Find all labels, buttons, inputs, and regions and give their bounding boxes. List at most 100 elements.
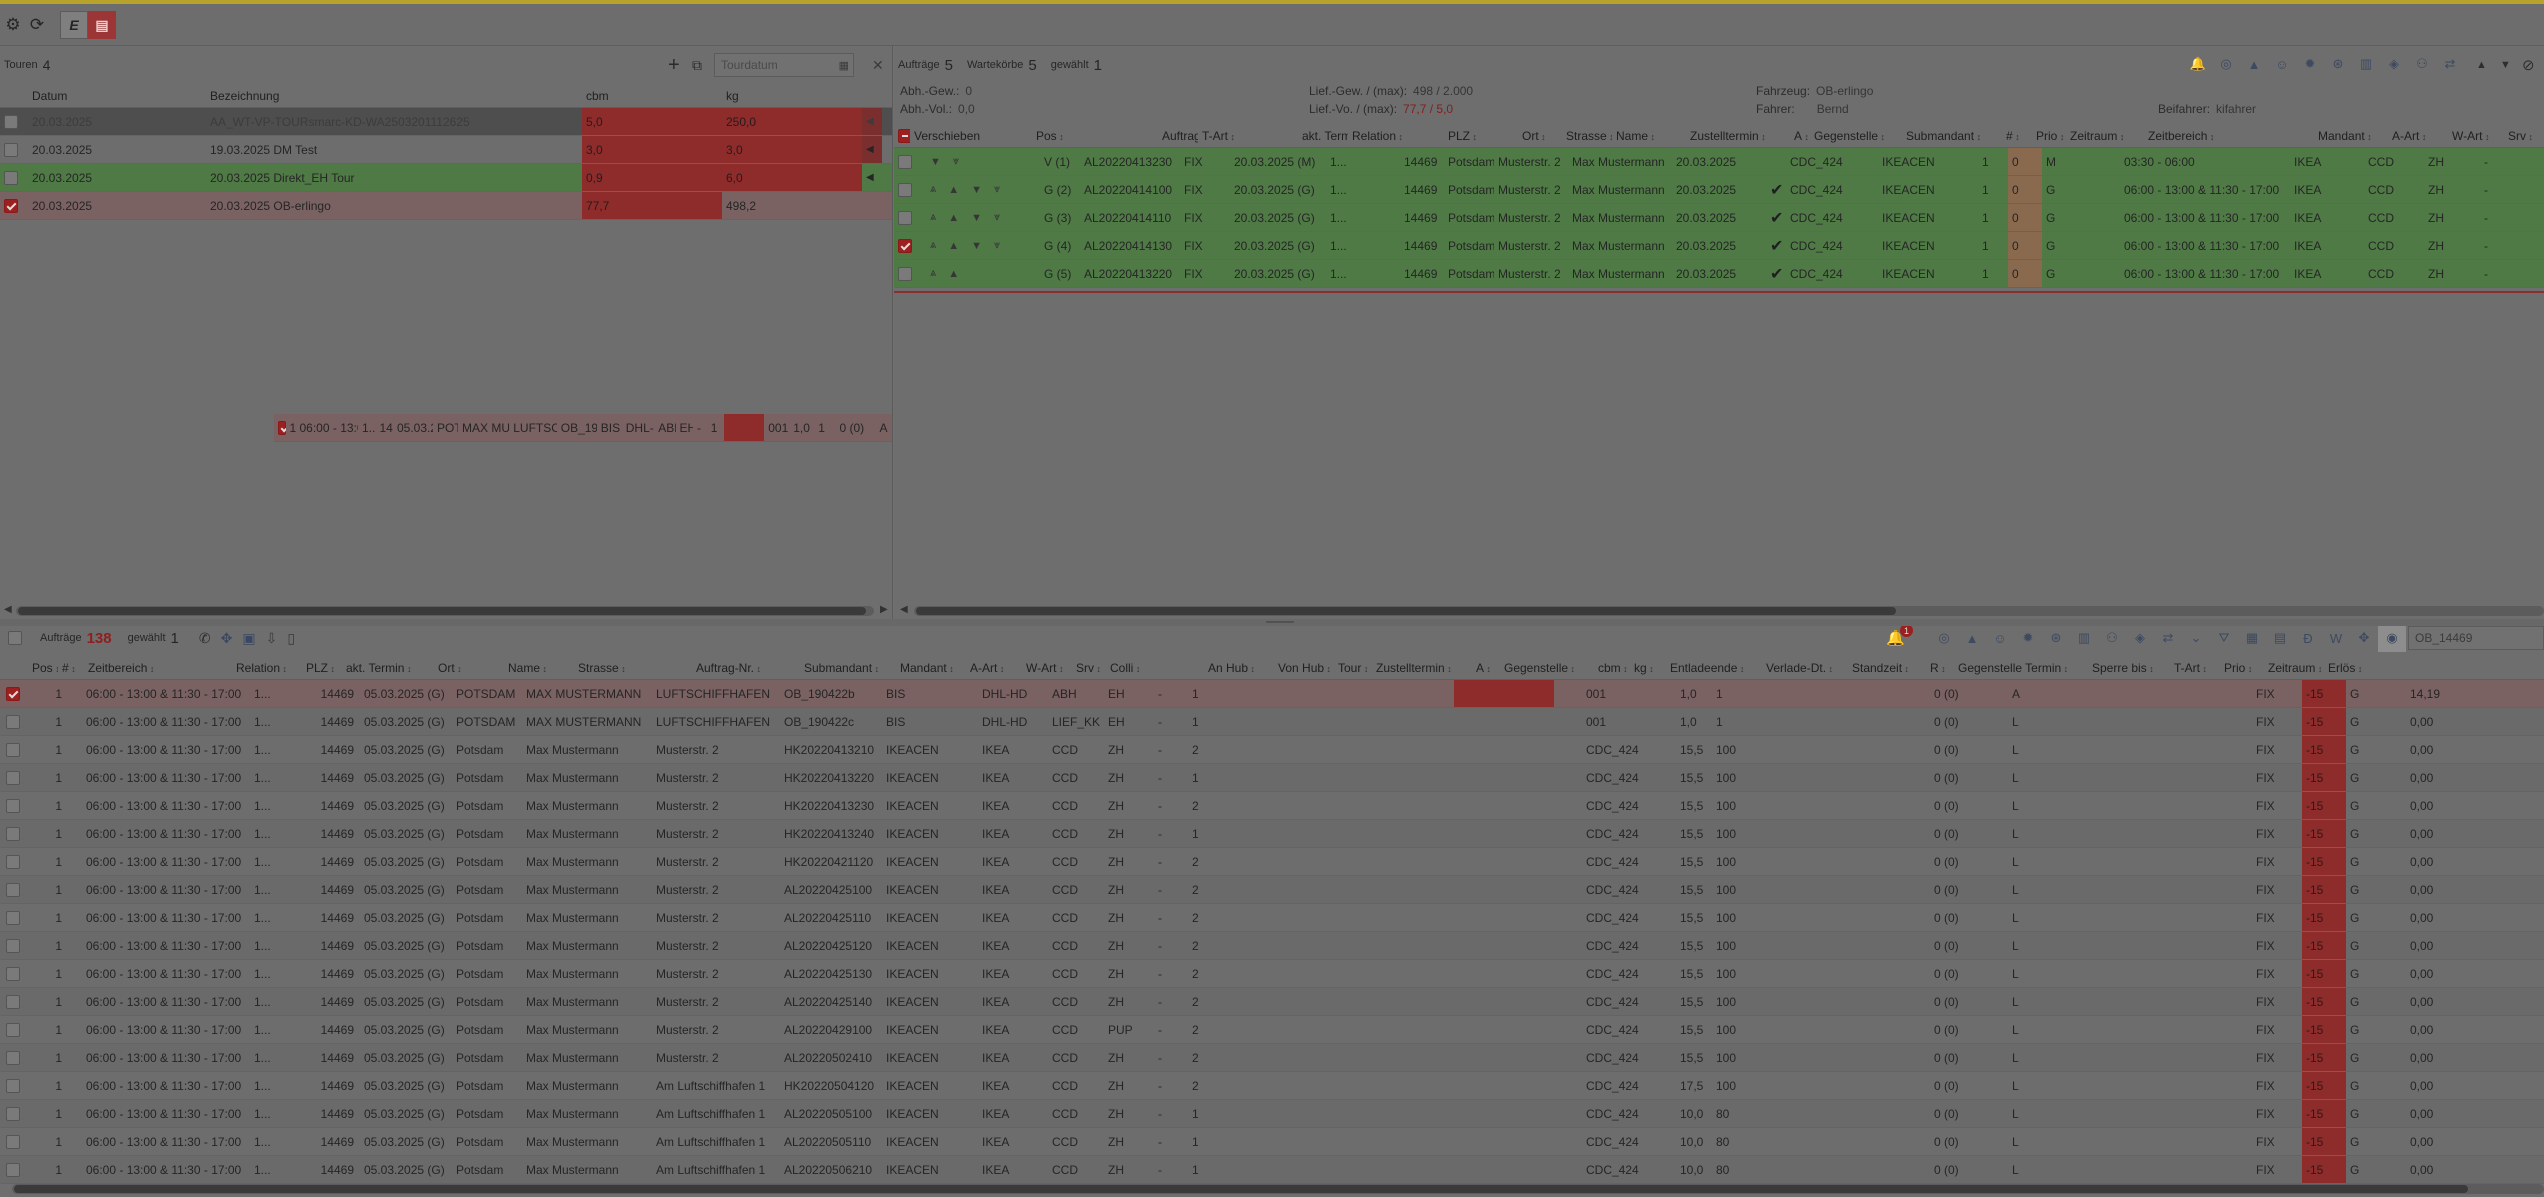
move-up-icon[interactable]: ▲ (948, 240, 959, 252)
order-row[interactable]: 1 06:00 - 13:00 & 11:30 - 17:00 1... 14469 0… (0, 792, 2544, 820)
move-bottom-icon[interactable]: ⩔ (994, 211, 1000, 224)
order-checkbox-cell[interactable] (0, 792, 28, 819)
order-row[interactable]: 1 06:00 - 13:00 & 11:30 - 17:00 1... 14469 0… (0, 1156, 2544, 1184)
person-icon[interactable]: ☺ (2268, 50, 2296, 78)
col-a-art[interactable]: A-Art (966, 661, 1022, 675)
col-ort[interactable]: Ort (434, 661, 504, 675)
col-zeitbereich[interactable]: Zeitbereich (2144, 129, 2314, 143)
order-checkbox[interactable] (6, 854, 20, 869)
order-checkbox[interactable] (6, 882, 20, 897)
col-von-hub[interactable]: Von Hub (1274, 661, 1334, 675)
order-row[interactable]: 1 06:00 - 13:00 & 11:30 - 17:00 1... 14469 0… (0, 820, 2544, 848)
order-checkbox-cell[interactable] (0, 1128, 28, 1155)
order-checkbox-cell[interactable] (0, 960, 28, 987)
order-checkbox[interactable] (6, 826, 20, 841)
dropdown-icon[interactable]: ⌄ (2182, 626, 2210, 652)
move-up-icon[interactable]: ▲ (948, 184, 959, 196)
col--[interactable]: # (2002, 129, 2032, 143)
order-checkbox-cell[interactable] (0, 1072, 28, 1099)
order-row[interactable]: 1 06:00 - 13:00 & 11:30 - 17:00 1... 14469 0… (0, 876, 2544, 904)
order-row[interactable]: 1 06:00 - 13:00 & 11:30 - 17:00 1... 14469 0… (0, 988, 2544, 1016)
order-checkbox-cell[interactable] (0, 1100, 28, 1127)
move-icon[interactable]: ✥ (2350, 626, 2378, 652)
col-entladeende[interactable]: Entladeende (1666, 661, 1762, 675)
connect-icon[interactable]: ⇄ (2154, 626, 2182, 652)
form-icon[interactable]: ▤ (88, 11, 116, 39)
col-zustelltermin[interactable]: Zustelltermin (1686, 129, 1790, 143)
order-row[interactable]: 1 06:00 - 13:00 & 11:30 - 17:00 1... 14469 0… (0, 1072, 2544, 1100)
tour-order-row[interactable]: ⩓ ▲ G (5) AL20220413220 FIX 20.03.2025 (G) 1..… (894, 260, 2544, 288)
col-verschieben[interactable]: Verschieben (910, 129, 1032, 143)
order-row[interactable]: 1 06:00 - 13:00 & 11:30 - 17:00 1... 14469 0… (0, 1100, 2544, 1128)
cluster-icon[interactable]: ◎ (2212, 50, 2240, 78)
team-icon[interactable]: ⚇ (2408, 50, 2436, 78)
move-icon[interactable]: ✥ (221, 630, 233, 647)
col-auftrag-nr-[interactable]: Auftrag-Nr. (1158, 129, 1198, 143)
move-top-icon[interactable]: ⩓ (930, 183, 936, 196)
order-checkbox-cell[interactable] (0, 1016, 28, 1043)
col-zeitraum[interactable]: Zeitraum (2264, 661, 2324, 675)
tour-row-checkbox-cell[interactable] (0, 136, 28, 163)
tour-order-row[interactable]: ⩓ ▲ ▼ ⩔ G (4) AL20220414130 FIX 20.03.2025 (G) 1… (894, 232, 2544, 260)
col-prio[interactable]: Prio (2032, 129, 2066, 143)
tours-hscrollbar[interactable] (16, 606, 874, 616)
tour-order-checkbox[interactable] (898, 210, 912, 225)
tour-orders-hscrollbar[interactable] (914, 606, 2544, 616)
move-up-icon[interactable]: ▲ (2476, 59, 2487, 71)
col-auftrag-nr-[interactable]: Auftrag-Nr. (692, 661, 800, 675)
move-bottom-icon[interactable]: ⩔ (953, 155, 959, 168)
col-w-art[interactable]: W-Art (1022, 661, 1072, 675)
order-row[interactable]: 1 06:00 - 13:00 & 11:30 - 17:00 1... 14469 0… (0, 848, 2544, 876)
col-submandant[interactable]: Submandant (800, 661, 896, 675)
order-row[interactable]: 1 06:00 - 13:00 & 11:30 - 17:00 1... 14469 0… (0, 932, 2544, 960)
order-checkbox[interactable] (6, 1022, 20, 1037)
calendar-icon[interactable]: ▦ (2238, 626, 2266, 652)
document-icon[interactable]: ▯ (287, 630, 295, 647)
order-checkbox-cell[interactable] (0, 876, 28, 903)
tour-order-row[interactable]: ⩓ ▲ ▼ ⩔ G (3) AL20220414110 FIX 20.03.2025 (G) 1… (894, 204, 2544, 232)
order-checkbox-cell[interactable] (0, 680, 28, 707)
gear-icon[interactable]: ⚙ (0, 12, 26, 38)
col-mandant[interactable]: Mandant (896, 661, 966, 675)
move-bottom-icon[interactable]: ⩔ (994, 183, 1000, 196)
order-checkbox-cell[interactable] (0, 708, 28, 735)
col-kg[interactable]: kg (722, 89, 862, 103)
move-bottom-icon[interactable]: ⩔ (994, 239, 1000, 252)
move-up-icon[interactable]: ▲ (948, 212, 959, 224)
bell-icon[interactable]: 🔔 (2184, 50, 2212, 78)
col-relation[interactable]: Relation (232, 661, 302, 675)
col-strasse[interactable]: Strasse (574, 661, 692, 675)
col-name[interactable]: Name (504, 661, 574, 675)
w-icon[interactable]: W (2322, 626, 2350, 652)
col-w-art[interactable]: W-Art (2448, 129, 2504, 143)
pane-splitter[interactable] (0, 619, 2544, 626)
col-verlade-dt-[interactable]: Verlade-Dt. (1762, 661, 1848, 675)
col-standzeit[interactable]: Standzeit (1848, 661, 1926, 675)
tour-row[interactable]: 20.03.2025 20.03.2025 OB-erlingo 77,7 498,2 (0, 192, 892, 220)
order-checkbox[interactable] (6, 910, 20, 925)
stray-order-row[interactable]: 106:00 - 13:00 & 11:30 - 17:001...144690… (274, 414, 892, 442)
col-cbm[interactable]: cbm (1594, 661, 1630, 675)
tour-order-checkbox-cell[interactable] (894, 260, 918, 287)
move-top-icon[interactable]: ⩓ (930, 239, 936, 252)
col-gegenstelle-termin[interactable]: Gegenstelle Termin (1954, 661, 2088, 675)
target-icon[interactable]: ◉ (2378, 626, 2406, 652)
scroll-left-icon[interactable]: ◀ (4, 604, 12, 615)
order-checkbox[interactable] (6, 966, 20, 981)
order-checkbox[interactable] (6, 798, 20, 813)
order-checkbox-cell[interactable] (0, 1044, 28, 1071)
col-name[interactable]: Name (1612, 129, 1686, 143)
tour-order-checkbox[interactable] (898, 266, 912, 281)
chart-icon[interactable]: ▥ (2070, 626, 2098, 652)
order-checkbox[interactable] (6, 1106, 20, 1121)
connect-icon[interactable]: ⇄ (2436, 50, 2464, 78)
order-row[interactable]: 1 06:00 - 13:00 & 11:30 - 17:00 1... 14469 0… (0, 764, 2544, 792)
col-datum[interactable]: Datum (28, 89, 206, 103)
tour-row-checkbox[interactable] (4, 170, 18, 185)
order-checkbox[interactable] (6, 1162, 20, 1177)
sun-icon[interactable]: ✹ (2296, 50, 2324, 78)
tab-e[interactable]: E (60, 11, 88, 39)
col-akt-termin[interactable]: akt. Termin (342, 661, 434, 675)
warning-icon[interactable]: ▲ (2240, 50, 2268, 78)
tour-expand-icon[interactable]: ◀ (862, 136, 882, 163)
